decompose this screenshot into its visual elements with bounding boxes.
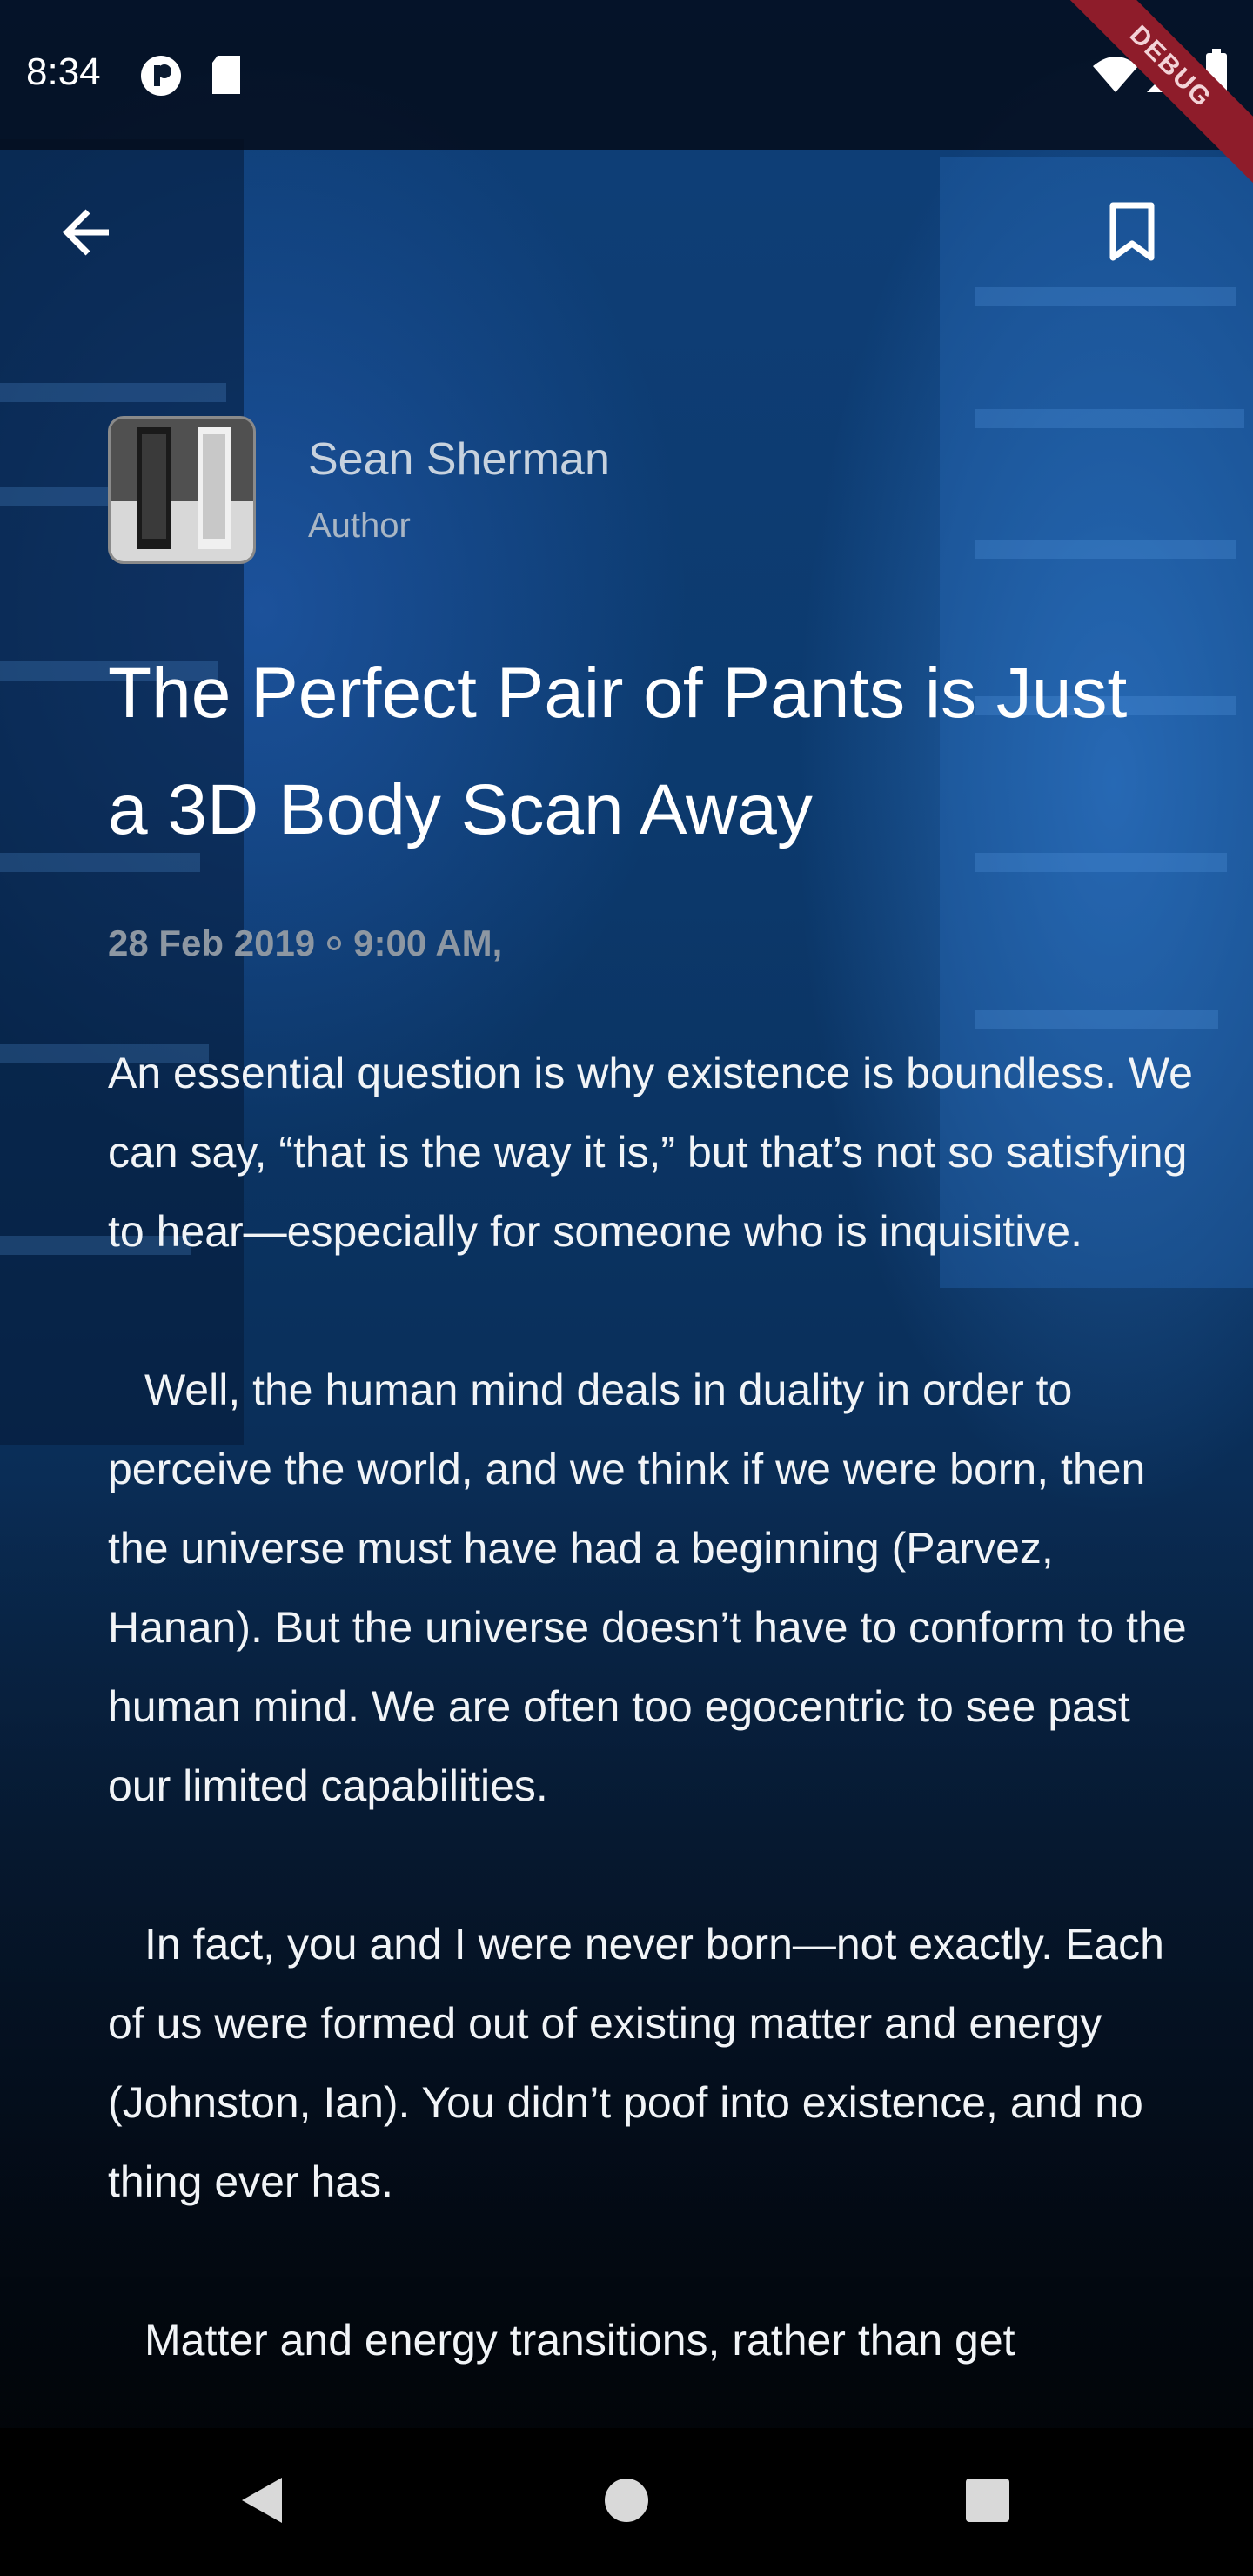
back-button[interactable]: [38, 186, 134, 282]
nav-back-icon: [238, 2474, 285, 2531]
separator-dot-icon: [327, 936, 342, 950]
avatar-image: [111, 419, 253, 561]
status-bar: 8:34: [0, 0, 1253, 150]
bookmark-button[interactable]: [1084, 186, 1180, 282]
article-date: 28 Feb 2019: [108, 922, 316, 963]
author-name[interactable]: Sean Sherman: [308, 433, 610, 486]
article-body: An essential question is why existence i…: [108, 1034, 1196, 2426]
bookmark-icon: [1108, 202, 1156, 267]
article-paragraph: In fact, you and I were never born—not e…: [108, 1920, 1164, 2206]
author-avatar[interactable]: [108, 416, 256, 564]
cast-icon: [139, 54, 183, 102]
article-title: The Perfect Pair of Pants is Just a 3D B…: [108, 654, 1128, 849]
back-arrow-icon: [58, 205, 114, 265]
author-role: Author: [308, 506, 411, 545]
status-time: 8:34: [26, 50, 101, 93]
system-nav-bar: [0, 2428, 1253, 2576]
nav-home-button[interactable]: [553, 2428, 700, 2576]
article-paragraph: Matter and energy transitions, rather th…: [144, 2316, 1015, 2365]
article-paragraph: An essential question is why existence i…: [108, 1049, 1193, 1256]
nav-recents-button[interactable]: [914, 2428, 1062, 2576]
article-paragraph: Well, the human mind deals in duality in…: [108, 1365, 1187, 1810]
nav-home-icon: [603, 2477, 650, 2528]
article-time: 9:00 AM,: [353, 922, 503, 963]
sd-card-icon: [209, 54, 244, 100]
article-meta: 28 Feb 2019 9:00 AM,: [108, 922, 502, 964]
nav-back-button[interactable]: [188, 2428, 336, 2576]
nav-recents-icon: [964, 2477, 1011, 2528]
